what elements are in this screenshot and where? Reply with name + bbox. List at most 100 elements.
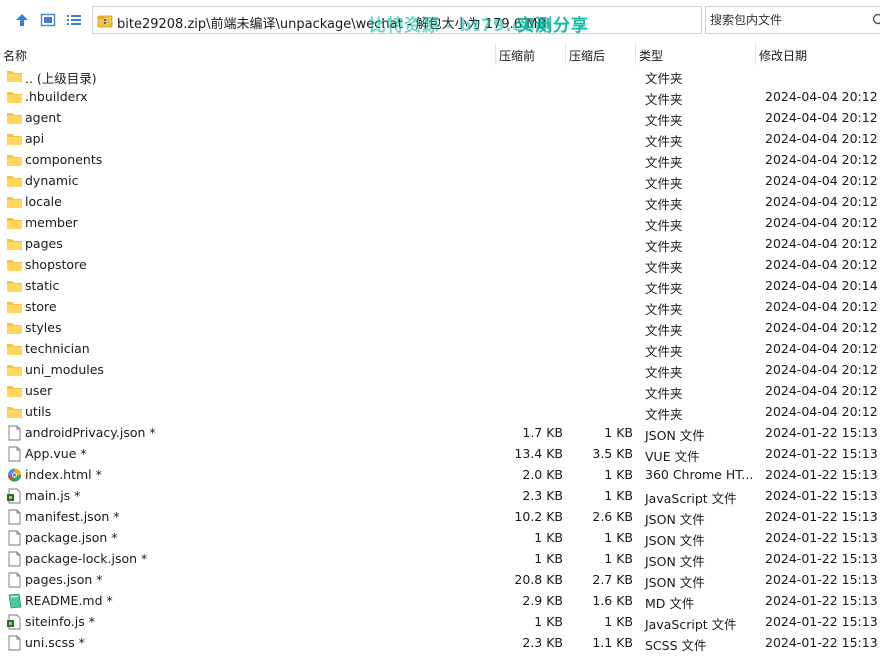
file-type: MD 文件 bbox=[645, 596, 695, 611]
file-list: .. (上级目录) 文件夹 .hbuilderx 文件夹 2024-04-04 20:1… bbox=[0, 66, 880, 654]
file-type: JavaScript 文件 bbox=[645, 491, 737, 506]
thumbnail-view-button[interactable] bbox=[38, 10, 58, 30]
folder-icon bbox=[6, 383, 23, 399]
column-divider[interactable] bbox=[495, 43, 496, 65]
file-row[interactable]: agent 文件夹 2024-04-04 20:12 bbox=[0, 108, 880, 129]
file-type: JSON 文件 bbox=[645, 428, 705, 443]
file-name: pages bbox=[25, 236, 63, 251]
file-row[interactable]: index.html * 2.0 KB 1 KB 360 Chrome HT... 20… bbox=[0, 465, 880, 486]
up-folder-button[interactable] bbox=[12, 10, 32, 30]
file-row[interactable]: components 文件夹 2024-04-04 20:12 bbox=[0, 150, 880, 171]
file-type: 文件夹 bbox=[645, 134, 683, 149]
search-box bbox=[705, 6, 880, 34]
file-row[interactable]: static 文件夹 2024-04-04 20:14 bbox=[0, 276, 880, 297]
file-row[interactable]: shopstore 文件夹 2024-04-04 20:12 bbox=[0, 255, 880, 276]
file-name: components bbox=[25, 152, 103, 167]
column-packed-size[interactable]: 压缩前 bbox=[499, 47, 535, 64]
column-divider[interactable] bbox=[565, 43, 566, 65]
file-row[interactable]: main.js * 2.3 KB 1 KB JavaScript 文件 2024-01-… bbox=[0, 486, 880, 507]
archive-icon bbox=[97, 15, 113, 28]
file-row[interactable]: .hbuilderx 文件夹 2024-04-04 20:12 bbox=[0, 87, 880, 108]
file-name: pages.json * bbox=[25, 572, 103, 587]
column-divider[interactable] bbox=[635, 43, 636, 65]
file-type: 文件夹 bbox=[645, 260, 683, 275]
file-name: user bbox=[25, 383, 53, 398]
list-view-icon bbox=[67, 15, 81, 25]
path-bar[interactable]: bite29208.zip\前端未编译\unpackage\wechat - 解… bbox=[92, 6, 782, 36]
file-name: .hbuilderx bbox=[25, 89, 88, 104]
column-modified-date[interactable]: 修改日期 bbox=[759, 47, 807, 64]
file-row[interactable]: uni_modules 文件夹 2024-04-04 20:12 bbox=[0, 360, 880, 381]
file-name: uni_modules bbox=[25, 362, 104, 377]
file-packed-size: 2.0 KB bbox=[522, 467, 563, 482]
file-row[interactable]: user 文件夹 2024-04-04 20:12 bbox=[0, 381, 880, 402]
column-divider[interactable] bbox=[755, 43, 756, 65]
list-view-button[interactable] bbox=[64, 10, 84, 30]
file-row[interactable]: pages 文件夹 2024-04-04 20:12 bbox=[0, 234, 880, 255]
file-modified-date: 2024-01-22 15:13 bbox=[765, 593, 878, 608]
file-modified-date: 2024-04-04 20:12 bbox=[765, 236, 878, 251]
file-row[interactable]: uni.scss * 2.3 KB 1.1 KB SCSS 文件 2024-01-22 … bbox=[0, 633, 880, 654]
file-modified-date: 2024-04-04 20:12 bbox=[765, 89, 878, 104]
file-row[interactable]: manifest.json * 10.2 KB 2.6 KB JSON 文件 2024-… bbox=[0, 507, 880, 528]
file-packed-size: 2.3 KB bbox=[522, 488, 563, 503]
file-row[interactable]: styles 文件夹 2024-04-04 20:12 bbox=[0, 318, 880, 339]
search-input[interactable] bbox=[708, 12, 862, 28]
file-type: 文件夹 bbox=[645, 155, 683, 170]
file-type: 文件夹 bbox=[645, 239, 683, 254]
file-row[interactable]: siteinfo.js * 1 KB 1 KB JavaScript 文件 2024-0… bbox=[0, 612, 880, 633]
folder-icon bbox=[6, 215, 23, 231]
file-row[interactable]: utils 文件夹 2024-04-04 20:12 bbox=[0, 402, 880, 423]
file-row[interactable]: package.json * 1 KB 1 KB JSON 文件 2024-01-22 … bbox=[0, 528, 880, 549]
column-size[interactable]: 压缩后 bbox=[569, 47, 605, 64]
file-row[interactable]: api 文件夹 2024-04-04 20:12 bbox=[0, 129, 880, 150]
file-modified-date: 2024-04-04 20:14 bbox=[765, 278, 878, 293]
file-icon bbox=[6, 572, 23, 588]
file-name: uni.scss * bbox=[25, 635, 85, 650]
file-row[interactable]: locale 文件夹 2024-04-04 20:12 bbox=[0, 192, 880, 213]
file-icon bbox=[6, 425, 23, 441]
file-type: 文件夹 bbox=[645, 197, 683, 212]
file-row[interactable]: technician 文件夹 2024-04-04 20:12 bbox=[0, 339, 880, 360]
file-modified-date: 2024-01-22 15:13 bbox=[765, 509, 878, 524]
file-size: 1 KB bbox=[604, 614, 633, 629]
file-packed-size: 1 KB bbox=[534, 530, 563, 545]
file-type: 文件夹 bbox=[645, 113, 683, 128]
file-row[interactable]: package-lock.json * 1 KB 1 KB JSON 文件 2024-0… bbox=[0, 549, 880, 570]
file-row[interactable]: store 文件夹 2024-04-04 20:12 bbox=[0, 297, 880, 318]
file-packed-size: 2.3 KB bbox=[522, 635, 563, 650]
file-name: README.md * bbox=[25, 593, 113, 608]
file-type: JSON 文件 bbox=[645, 512, 705, 527]
file-size: 1 KB bbox=[604, 530, 633, 545]
file-name: styles bbox=[25, 320, 62, 335]
file-modified-date: 2024-01-22 15:13 bbox=[765, 614, 878, 629]
file-packed-size: 2.9 KB bbox=[522, 593, 563, 608]
folder-icon bbox=[6, 341, 23, 357]
file-row[interactable]: App.vue * 13.4 KB 3.5 KB VUE 文件 2024-01-22 1… bbox=[0, 444, 880, 465]
file-name: main.js * bbox=[25, 488, 81, 503]
file-row[interactable]: androidPrivacy.json * 1.7 KB 1 KB JSON 文件 20… bbox=[0, 423, 880, 444]
file-modified-date: 2024-01-22 15:13 bbox=[765, 488, 878, 503]
file-row[interactable]: .. (上级目录) 文件夹 bbox=[0, 66, 880, 87]
column-type[interactable]: 类型 bbox=[639, 47, 663, 64]
file-row[interactable]: dynamic 文件夹 2024-04-04 20:12 bbox=[0, 171, 880, 192]
file-packed-size: 20.8 KB bbox=[514, 572, 563, 587]
file-type: VUE 文件 bbox=[645, 449, 700, 464]
file-type: 文件夹 bbox=[645, 281, 683, 296]
column-name[interactable]: 名称 bbox=[3, 47, 27, 64]
file-name: package-lock.json * bbox=[25, 551, 148, 566]
file-type: JSON 文件 bbox=[645, 533, 705, 548]
file-row[interactable]: pages.json * 20.8 KB 2.7 KB JSON 文件 2024-01-… bbox=[0, 570, 880, 591]
file-modified-date: 2024-04-04 20:12 bbox=[765, 383, 878, 398]
file-modified-date: 2024-04-04 20:12 bbox=[765, 131, 878, 146]
file-name: technician bbox=[25, 341, 90, 356]
file-row[interactable]: member 文件夹 2024-04-04 20:12 bbox=[0, 213, 880, 234]
file-row[interactable]: README.md * 2.9 KB 1.6 KB MD 文件 2024-01-22 1… bbox=[0, 591, 880, 612]
search-icon[interactable] bbox=[872, 13, 880, 27]
file-modified-date: 2024-04-04 20:12 bbox=[765, 404, 878, 419]
file-name: agent bbox=[25, 110, 62, 125]
file-name: androidPrivacy.json * bbox=[25, 425, 156, 440]
folder-icon bbox=[6, 404, 23, 420]
file-modified-date: 2024-01-22 15:13 bbox=[765, 551, 878, 566]
file-modified-date: 2024-04-04 20:12 bbox=[765, 299, 878, 314]
